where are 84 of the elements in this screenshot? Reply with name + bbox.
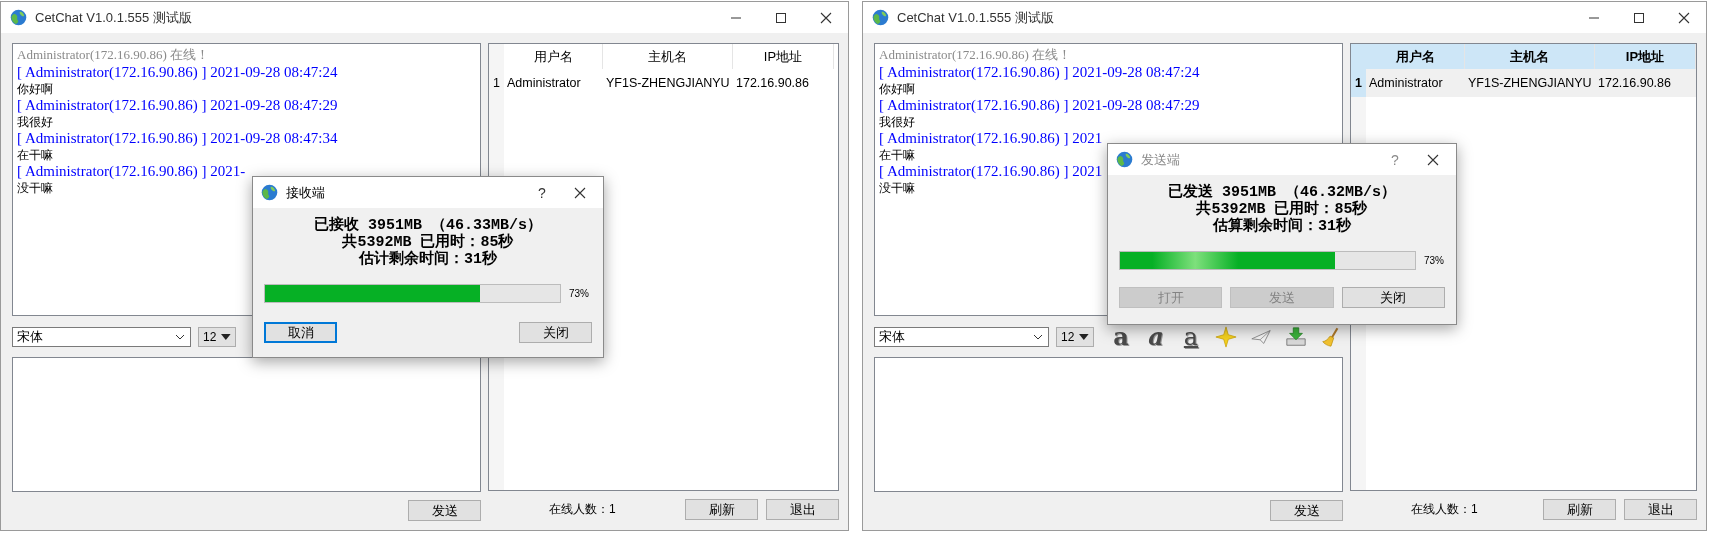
status-text: 共5392MB 已用时：85秒 [341, 234, 515, 251]
send-button[interactable]: 发送 [1270, 500, 1343, 521]
italic-button[interactable]: a [1144, 325, 1168, 348]
message-text: 你好啊 [879, 81, 915, 97]
status-text: 已接收 3951MB （46.33MB/s） [313, 217, 543, 234]
globe-icon [261, 184, 278, 201]
send-button[interactable]: 发送 [408, 500, 481, 521]
table-cell[interactable]: YF1S-ZHENGJIANYU [603, 69, 733, 97]
exit-button[interactable]: 退出 [1624, 499, 1697, 520]
globe-icon [872, 9, 889, 26]
bold-button[interactable]: a [1109, 325, 1133, 348]
close-icon [819, 11, 832, 24]
status-line: Administrator(172.16.90.86) 在线！ [17, 46, 210, 64]
maximize-icon [1632, 11, 1645, 24]
message-header: [ Administrator(172.16.90.86) ] 2021-09-28 08:47:29 [17, 97, 338, 114]
chevron-icon [175, 333, 185, 340]
progress-percent: 73% [569, 288, 589, 299]
column-header: 用户名 [1366, 44, 1465, 69]
message-text: 你好啊 [17, 81, 53, 97]
dialog-title: 接收端 [286, 183, 326, 202]
row-number: 1 [1351, 69, 1366, 97]
window-title: CetChat V1.0.1.555 测试版 [35, 8, 193, 27]
table-cell[interactable]: YF1S-ZHENGJIANYU [1465, 69, 1595, 97]
dropdown-arrow-icon [221, 333, 231, 340]
message-header: [ Administrator(172.16.90.86) ] 2021-09-28 08:47:34 [17, 130, 338, 147]
message-input[interactable] [12, 357, 481, 492]
column-header: IP地址 [1595, 44, 1696, 69]
message-text: 我很好 [17, 114, 53, 130]
status-line: Administrator(172.16.90.86) 在线！ [879, 46, 1072, 64]
online-count: 在线人数：1 [1411, 501, 1478, 518]
dialog-button[interactable]: 取消 [264, 322, 337, 343]
globe-icon [1116, 151, 1133, 168]
table-cell[interactable]: 172.16.90.86 [733, 69, 834, 97]
message-header: [ Administrator(172.16.90.86) ] 2021-09-28 08:47:24 [879, 64, 1200, 81]
dialog-title: 发送端 [1141, 150, 1181, 169]
underline-button[interactable]: a [1179, 325, 1203, 348]
message-header: [ Administrator(172.16.90.86) ] 2021 [879, 130, 1103, 147]
font-size-dropdown[interactable]: 12 [198, 326, 236, 347]
close-icon [1677, 11, 1690, 24]
row-number: 1 [492, 75, 501, 92]
status-text: 估计剩余时间：31秒 [357, 251, 498, 268]
progress-percent: 73% [1424, 255, 1444, 266]
column-header: 用户名 [504, 44, 603, 69]
message-input[interactable] [874, 357, 1343, 492]
message-header: [ Administrator(172.16.90.86) ] 2021 [879, 163, 1103, 180]
font-dropdown[interactable]: 宋体 [874, 326, 1049, 347]
status-text: 估算剩余时间：31秒 [1211, 218, 1352, 235]
status-text: 已发送 3951MB （46.32MB/s） [1167, 184, 1397, 201]
message-text: 没干嘛 [879, 180, 915, 196]
message-header: [ Administrator(172.16.90.86) ] 2021-09-28 08:47:24 [17, 64, 338, 81]
column-header: 主机名 [603, 44, 733, 69]
message-header: [ Administrator(172.16.90.86) ] 2021- [17, 163, 246, 180]
download-tray-icon[interactable] [1285, 325, 1307, 348]
maximize-icon [774, 11, 787, 24]
sparkle-icon[interactable] [1215, 325, 1237, 348]
exit-button[interactable]: 退出 [766, 499, 839, 520]
globe-icon [10, 9, 27, 26]
close-icon [574, 186, 586, 199]
dialog-button[interactable]: 关闭 [519, 322, 592, 343]
status-text: 共5392MB 已用时：85秒 [1195, 201, 1369, 218]
font-size: 12 [203, 329, 217, 344]
message-text: 没干嘛 [17, 180, 53, 196]
column-header: IP地址 [733, 44, 834, 69]
table-cell[interactable]: Administrator [504, 69, 603, 97]
help-button[interactable]: ? [527, 184, 557, 201]
message-header: [ Administrator(172.16.90.86) ] 2021-09-28 08:47:29 [879, 97, 1200, 114]
font-name: 宋体 [17, 327, 44, 346]
font-size: 12 [1061, 329, 1075, 344]
online-count: 在线人数：1 [549, 501, 616, 518]
table-cell[interactable]: Administrator [1366, 69, 1465, 97]
refresh-button[interactable]: 刷新 [1543, 499, 1616, 520]
message-text: 在干嘛 [17, 147, 53, 163]
column-header: 主机名 [1465, 44, 1595, 69]
message-text: 在干嘛 [879, 147, 915, 163]
refresh-button[interactable]: 刷新 [685, 499, 758, 520]
close-icon [1427, 153, 1439, 166]
message-text: 我很好 [879, 114, 915, 130]
font-dropdown[interactable]: 宋体 [12, 326, 191, 347]
font-name: 宋体 [879, 327, 906, 346]
table-cell[interactable]: 172.16.90.86 [1595, 69, 1696, 97]
chevron-icon [1033, 333, 1043, 340]
window-title: CetChat V1.0.1.555 测试版 [897, 8, 1055, 27]
font-size-dropdown[interactable]: 12 [1056, 326, 1094, 347]
dropdown-arrow-icon [1079, 333, 1089, 340]
